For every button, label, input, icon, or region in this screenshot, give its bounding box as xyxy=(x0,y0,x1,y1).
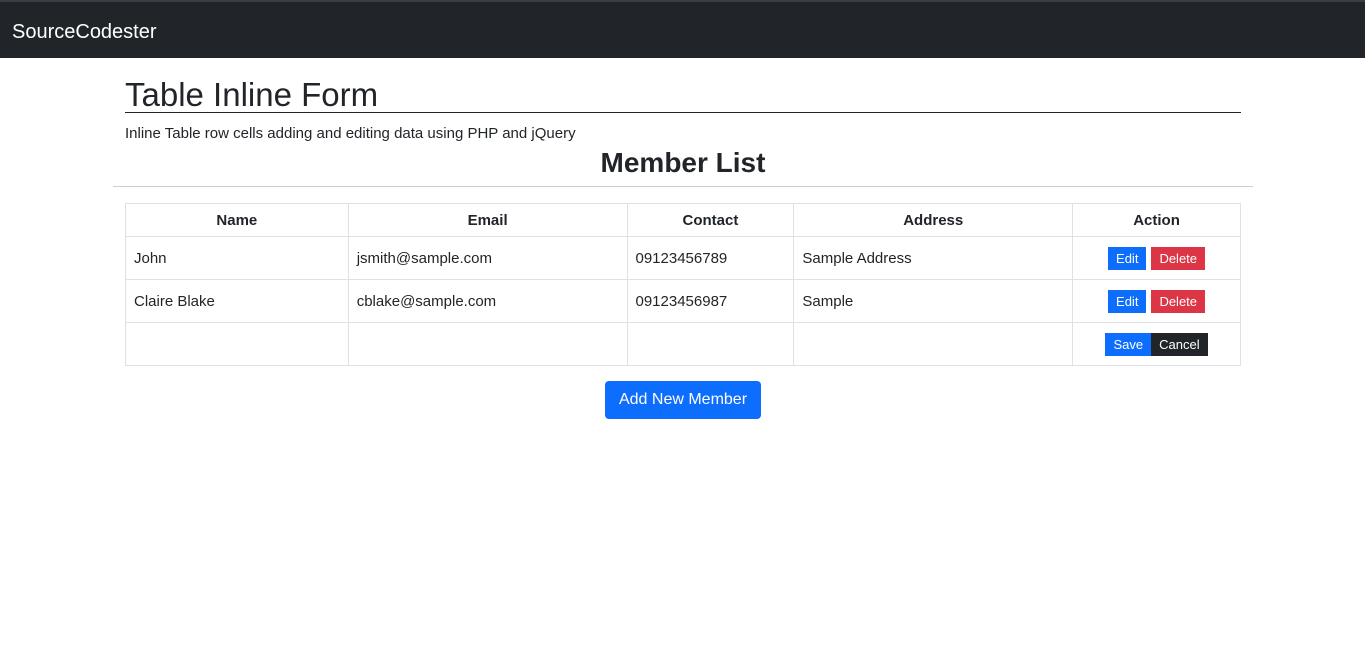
table-row: John jsmith@sample.com 09123456789 Sampl… xyxy=(126,237,1241,280)
column-header-action: Action xyxy=(1073,204,1241,237)
column-header-name: Name xyxy=(126,204,349,237)
cell-name: John xyxy=(126,237,349,280)
cell-actions: EditDelete xyxy=(1073,280,1241,323)
table-row: Claire Blake cblake@sample.com 091234569… xyxy=(126,280,1241,323)
new-name-cell[interactable] xyxy=(126,323,349,366)
column-header-address: Address xyxy=(794,204,1073,237)
cancel-button[interactable]: Cancel xyxy=(1151,333,1207,356)
new-address-cell[interactable] xyxy=(794,323,1073,366)
cell-actions: EditDelete xyxy=(1073,237,1241,280)
table-header-row: Name Email Contact Address Action xyxy=(126,204,1241,237)
edit-button[interactable]: Edit xyxy=(1108,290,1146,313)
cell-name: Claire Blake xyxy=(126,280,349,323)
column-header-contact: Contact xyxy=(627,204,794,237)
section-title: Member List xyxy=(113,146,1253,180)
member-table: Name Email Contact Address Action John j… xyxy=(125,203,1241,366)
edit-button[interactable]: Edit xyxy=(1108,247,1146,270)
cell-address: Sample Address xyxy=(794,237,1073,280)
save-button[interactable]: Save xyxy=(1105,333,1151,356)
new-contact-cell[interactable] xyxy=(627,323,794,366)
new-email-cell[interactable] xyxy=(348,323,627,366)
page-title: Table Inline Form xyxy=(125,76,1241,114)
brand-link[interactable]: SourceCodester xyxy=(12,20,157,44)
section-divider xyxy=(113,186,1253,187)
top-navbar: SourceCodester xyxy=(0,0,1365,58)
cell-contact: 09123456789 xyxy=(627,237,794,280)
title-divider xyxy=(125,112,1241,113)
cell-email: jsmith@sample.com xyxy=(348,237,627,280)
page-subtitle: Inline Table row cells adding and editin… xyxy=(125,124,576,144)
new-member-row: SaveCancel xyxy=(126,323,1241,366)
cell-email: cblake@sample.com xyxy=(348,280,627,323)
cell-contact: 09123456987 xyxy=(627,280,794,323)
column-header-email: Email xyxy=(348,204,627,237)
delete-button[interactable]: Delete xyxy=(1151,247,1205,270)
add-new-member-button[interactable]: Add New Member xyxy=(605,381,761,419)
cell-actions: SaveCancel xyxy=(1073,323,1241,366)
cell-address: Sample xyxy=(794,280,1073,323)
delete-button[interactable]: Delete xyxy=(1151,290,1205,313)
